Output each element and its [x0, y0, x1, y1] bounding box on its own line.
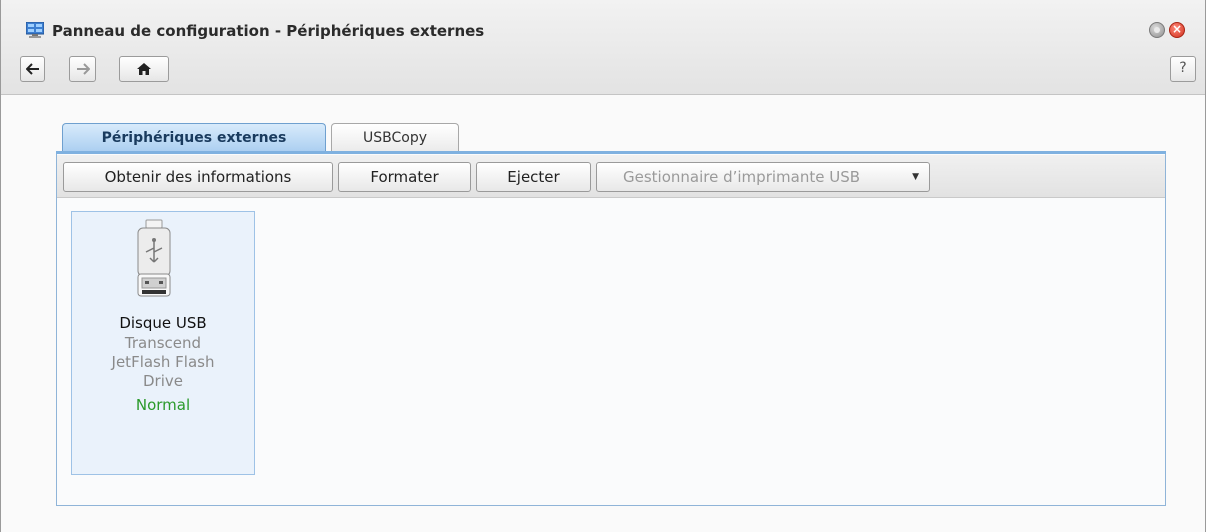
tab-underline	[56, 151, 1166, 154]
eject-button[interactable]: Ejecter	[476, 162, 591, 192]
device-model-line: Drive	[143, 372, 183, 390]
device-model-line: Transcend	[124, 334, 202, 352]
forward-button[interactable]	[69, 56, 96, 82]
minimize-icon	[1154, 27, 1160, 33]
home-button[interactable]	[119, 56, 169, 82]
get-info-button[interactable]: Obtenir des informations	[63, 162, 333, 192]
device-model: Transcend JetFlash Flash Drive	[71, 334, 255, 391]
tab-usbcopy[interactable]: USBCopy	[331, 123, 459, 153]
help-icon: ?	[1179, 60, 1187, 76]
close-button[interactable]: ×	[1169, 22, 1185, 38]
arrow-left-icon	[25, 63, 39, 75]
home-icon	[137, 63, 151, 75]
title-bar: Panneau de configuration - Périphériques…	[1, 0, 1205, 95]
usb-drive-icon	[137, 219, 171, 297]
back-button[interactable]	[20, 56, 45, 82]
device-model-line: JetFlash Flash	[111, 353, 215, 371]
device-status: Normal	[135, 396, 191, 414]
tab-peripheriques-externes[interactable]: Périphériques externes	[62, 123, 326, 153]
arrow-right-icon	[76, 63, 90, 75]
close-icon: ×	[1171, 22, 1183, 36]
usb-printer-manager-label: Gestionnaire d’imprimante USB	[623, 168, 861, 186]
control-panel-window: Panneau de configuration - Périphériques…	[0, 0, 1206, 532]
device-name: Disque USB	[119, 314, 207, 332]
control-panel-icon	[26, 22, 44, 38]
window-title: Panneau de configuration - Périphériques…	[52, 22, 485, 40]
usb-printer-manager-dropdown[interactable]: Gestionnaire d’imprimante USB ▼	[596, 162, 930, 192]
help-button[interactable]: ?	[1170, 56, 1196, 82]
minimize-button[interactable]	[1149, 22, 1165, 38]
format-button[interactable]: Formater	[338, 162, 471, 192]
chevron-down-icon: ▼	[912, 172, 919, 182]
